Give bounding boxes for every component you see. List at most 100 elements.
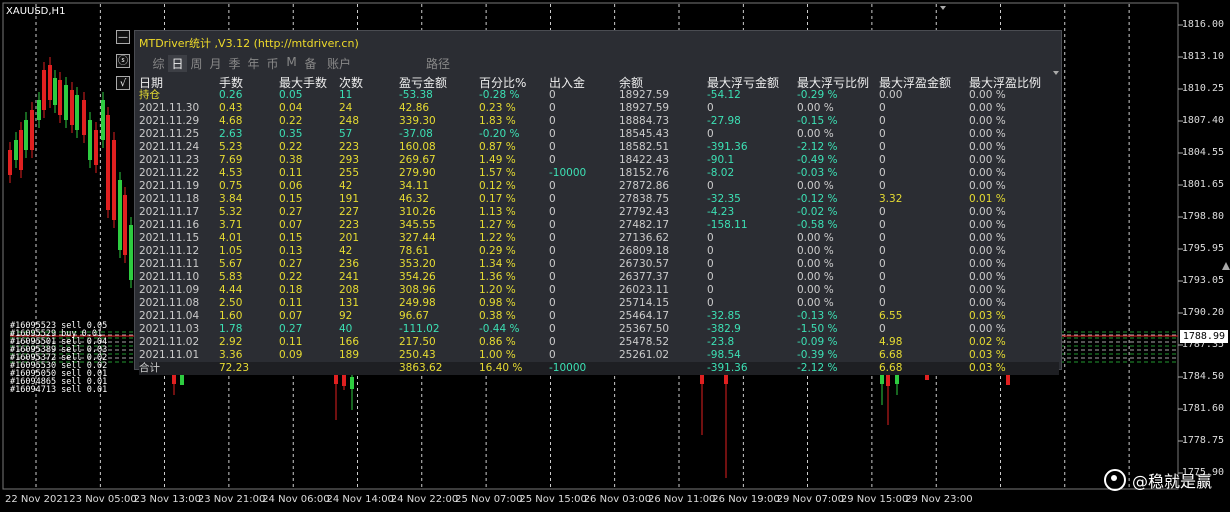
tab-1[interactable]: 日 bbox=[168, 55, 187, 72]
table-cell: 1.78 bbox=[219, 323, 243, 335]
table-cell: 0 bbox=[707, 180, 714, 192]
time-label: 26 Nov 19:00 bbox=[712, 494, 780, 505]
table-cell: 18582.51 bbox=[619, 141, 670, 153]
tab-4[interactable]: 季 bbox=[225, 55, 244, 72]
table-cell: 2021.11.04 bbox=[139, 310, 200, 322]
table-cell: 0.27 bbox=[279, 323, 303, 335]
table-row[interactable]: 2021.11.10 5.83 0.22 241 354.26 1.36 % 0 26377.… bbox=[139, 271, 1059, 284]
table-row[interactable]: 2021.11.02 2.92 0.11 166 217.50 0.86 % 0 25478.… bbox=[139, 336, 1059, 349]
table-cell: 0 bbox=[879, 128, 886, 140]
table-cell: -0.02 % bbox=[797, 206, 838, 218]
table-row[interactable]: 2021.11.12 1.05 0.13 42 78.61 0.29 % 0 26809.18… bbox=[139, 245, 1059, 258]
table-cell: 18152.76 bbox=[619, 167, 670, 179]
column-header: 次数 bbox=[339, 76, 364, 90]
column-header: 手数 bbox=[219, 76, 244, 90]
table-cell: -0.28 % bbox=[479, 89, 520, 101]
order-lines[interactable]: #16095523 sell 0.05 #16095529 buy 0.01 #16… bbox=[10, 322, 107, 395]
tab-0[interactable]: 综 bbox=[149, 55, 168, 72]
table-cell: -0.20 % bbox=[479, 128, 520, 140]
table-cell: 339.30 bbox=[399, 115, 436, 127]
table-row[interactable]: 2021.11.19 0.75 0.06 42 34.11 0.12 % 0 27872.86… bbox=[139, 180, 1059, 193]
restore-button[interactable]: ⓢ bbox=[116, 54, 130, 68]
table-cell: 0 bbox=[879, 206, 886, 218]
table-row[interactable]: 2021.11.16 3.71 0.07 223 345.55 1.27 % 0 27482.… bbox=[139, 219, 1059, 232]
table-cell: 1.27 % bbox=[479, 219, 516, 231]
tab-7[interactable]: M bbox=[282, 55, 301, 72]
candle-body bbox=[70, 90, 74, 125]
table-cell: 26377.37 bbox=[619, 271, 670, 283]
current-price-label: 1788.99 bbox=[1179, 330, 1228, 343]
table-cell: 2021.11.19 bbox=[139, 180, 200, 192]
table-cell: 0.07 bbox=[279, 310, 303, 322]
tab-9[interactable]: 账户 bbox=[320, 55, 358, 72]
table-cell: 248 bbox=[339, 115, 360, 127]
tab-6[interactable]: 币 bbox=[263, 55, 282, 72]
tab-5[interactable]: 年 bbox=[244, 55, 263, 72]
table-row[interactable]: 2021.11.29 4.68 0.22 248 339.30 1.83 % 0 18884.… bbox=[139, 115, 1059, 128]
tab-2[interactable]: 周 bbox=[187, 55, 206, 72]
table-cell: 0 bbox=[549, 219, 556, 231]
table-cell: 25261.02 bbox=[619, 349, 670, 361]
table-cell: -54.12 bbox=[707, 89, 741, 101]
table-cell: 0 bbox=[549, 180, 556, 192]
table-cell: 2021.11.02 bbox=[139, 336, 200, 348]
table-cell: 241 bbox=[339, 271, 360, 283]
scroll-down-icon[interactable] bbox=[1053, 71, 1059, 75]
table-cell: 0.11 bbox=[279, 336, 303, 348]
table-row[interactable]: 2021.11.24 5.23 0.22 223 160.08 0.87 % 0 18582.… bbox=[139, 141, 1059, 154]
table-row[interactable]: 2021.11.15 4.01 0.15 201 327.44 1.22 % 0 27136.… bbox=[139, 232, 1059, 245]
table-cell: 2.50 bbox=[219, 297, 243, 309]
table-row[interactable]: 2021.11.25 2.63 0.35 57 -37.08 -0.20 % 0 18545.… bbox=[139, 128, 1059, 141]
minimize-button[interactable]: — bbox=[116, 30, 130, 44]
table-cell: 0.00 % bbox=[969, 154, 1006, 166]
table-cell: -0.12 % bbox=[797, 193, 838, 205]
table-row[interactable]: 2021.11.30 0.43 0.04 24 42.86 0.23 % 0 18927.59… bbox=[139, 102, 1059, 115]
table-cell: -0.49 % bbox=[797, 154, 838, 166]
collapse-button[interactable]: √ bbox=[116, 76, 130, 90]
table-cell: 2021.11.03 bbox=[139, 323, 200, 335]
tab-3[interactable]: 月 bbox=[206, 55, 225, 72]
table-row[interactable]: 2021.11.23 7.69 0.38 293 269.67 1.49 % 0 18422.… bbox=[139, 154, 1059, 167]
summary-cell: -10000 bbox=[549, 362, 619, 375]
table-row[interactable]: 2021.11.18 3.84 0.15 191 46.32 0.17 % 0 27838.7… bbox=[139, 193, 1059, 206]
tab-10[interactable]: 路径 bbox=[418, 55, 458, 72]
table-cell: -0.03 % bbox=[797, 167, 838, 179]
candle-body bbox=[53, 78, 57, 105]
table-row[interactable]: 2021.11.11 5.67 0.27 236 353.20 1.34 % 0 26730.… bbox=[139, 258, 1059, 271]
candle-body bbox=[101, 100, 105, 140]
table-cell: 34.11 bbox=[399, 180, 430, 192]
table-cell: 0.23 % bbox=[479, 102, 516, 114]
table-cell: 0.13 bbox=[279, 245, 303, 257]
table-cell: 2021.11.15 bbox=[139, 232, 200, 244]
table-cell: 0.00 % bbox=[969, 141, 1006, 153]
table-row[interactable]: 2021.11.17 5.32 0.27 227 310.26 1.13 % 0 27792.… bbox=[139, 206, 1059, 219]
summary-cell: 0.03 % bbox=[969, 362, 1059, 375]
table-cell: 327.44 bbox=[399, 232, 436, 244]
table-cell: 3.71 bbox=[219, 219, 243, 231]
tab-8[interactable]: 备 bbox=[301, 55, 320, 72]
table-cell: 2021.11.25 bbox=[139, 128, 200, 140]
candle-body bbox=[82, 100, 86, 135]
table-row[interactable]: 2021.11.04 1.60 0.07 92 96.67 0.38 % 0 25464.17… bbox=[139, 310, 1059, 323]
table-row[interactable]: 2021.11.03 1.78 0.27 40 -111.02 -0.44 % 0 25367… bbox=[139, 323, 1059, 336]
table-cell: 25464.17 bbox=[619, 310, 670, 322]
period-tabs: 综日周月季年币 M 备账户 路径 bbox=[149, 55, 458, 72]
table-cell: 345.55 bbox=[399, 219, 436, 231]
table-cell: 0.00 % bbox=[797, 284, 834, 296]
table-cell: 2021.11.22 bbox=[139, 167, 200, 179]
table-row[interactable]: 2021.11.01 3.36 0.09 189 250.43 1.00 % 0 25261.… bbox=[139, 349, 1059, 362]
table-cell: 4.44 bbox=[219, 284, 243, 296]
table-row[interactable]: 2021.11.09 4.44 0.18 208 308.96 1.20 % 0 26023.… bbox=[139, 284, 1059, 297]
table-cell: 0.38 % bbox=[479, 310, 516, 322]
table-cell: -98.54 bbox=[707, 349, 741, 361]
table-row[interactable]: 2021.11.22 4.53 0.11 255 279.90 1.57 % -10000 1… bbox=[139, 167, 1059, 180]
table-cell: 0.03 % bbox=[969, 310, 1006, 322]
candle-body bbox=[1006, 374, 1010, 385]
table-cell: 0.00 % bbox=[969, 258, 1006, 270]
table-row[interactable]: 2021.11.08 2.50 0.11 131 249.98 0.98 % 0 25714.… bbox=[139, 297, 1059, 310]
table-cell: 0 bbox=[879, 245, 886, 257]
table-row[interactable]: 持仓 0.26 0.05 11 -53.38 -0.28 % 0 18927.59 -54.12… bbox=[139, 89, 1059, 102]
table-cell: 0.00 % bbox=[797, 245, 834, 257]
table-cell: 2021.11.30 bbox=[139, 102, 200, 114]
order-label[interactable]: #16094713 sell 0.01 bbox=[10, 386, 107, 395]
